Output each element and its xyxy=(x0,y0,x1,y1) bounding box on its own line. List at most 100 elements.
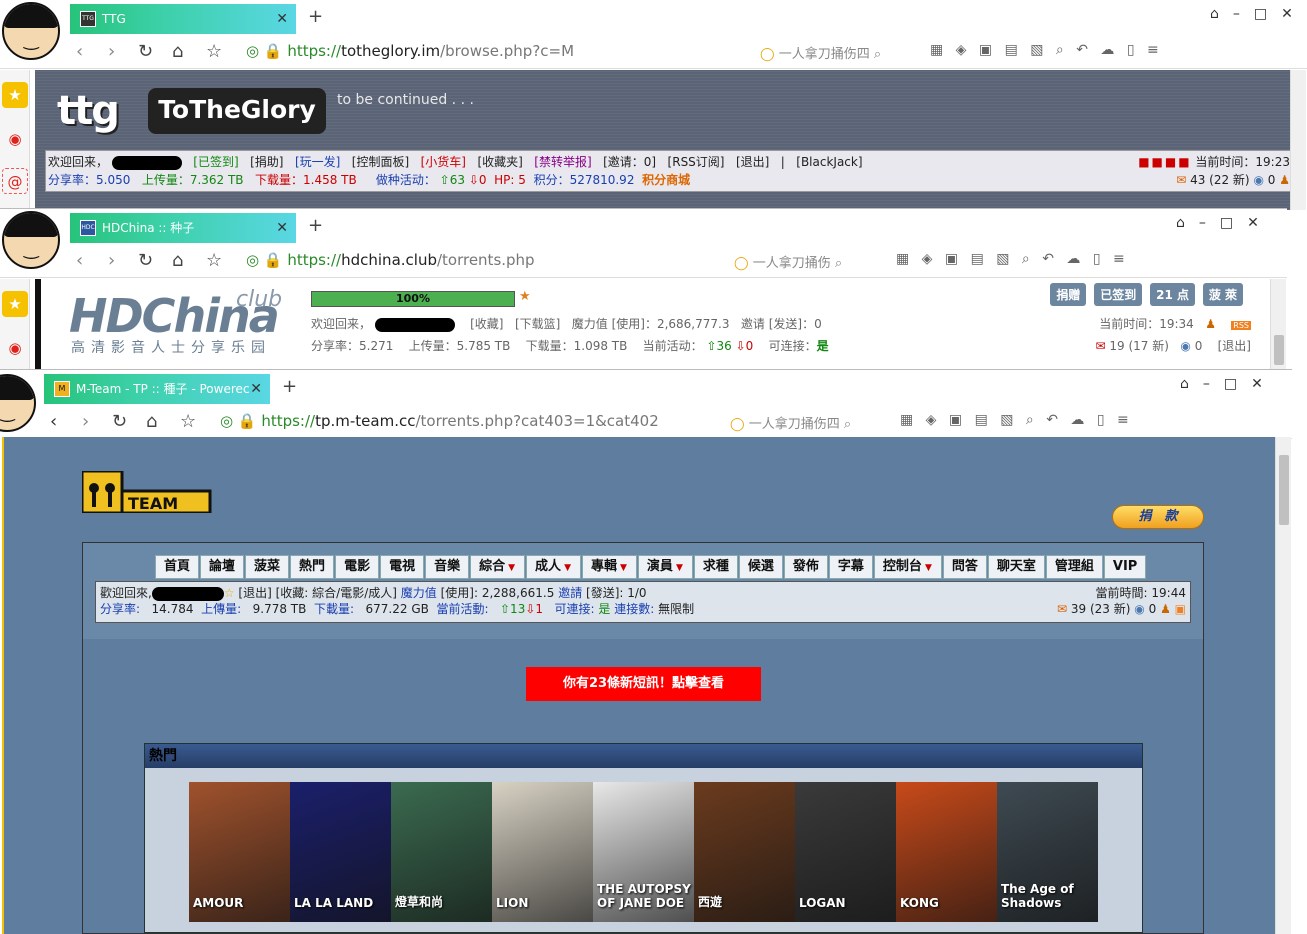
back-icon[interactable]: ‹ xyxy=(76,250,83,271)
url-field[interactable]: ◎ 🔒 https://hdchina.club/torrents.php xyxy=(246,251,535,269)
mteam-logo[interactable]: TEAM xyxy=(80,469,212,515)
weibo-icon[interactable]: ◉ xyxy=(2,126,28,152)
rss-link[interactable]: [RSS订阅] xyxy=(668,155,725,169)
invite-link[interactable]: 邀请 [发送]：0 xyxy=(741,317,822,331)
dropdown-arrow-icon[interactable]: ▼ xyxy=(676,557,683,579)
seeding-count[interactable]: ⇧36 xyxy=(706,339,731,353)
ttg-logo-full[interactable]: ToTheGlory xyxy=(148,88,326,134)
search-icon[interactable]: ⌕ xyxy=(844,417,851,432)
play-link[interactable]: [玩一发] xyxy=(295,155,340,169)
movie-poster[interactable]: 燈草和尚 xyxy=(391,782,492,922)
scroll-thumb[interactable] xyxy=(1279,455,1289,525)
message-count[interactable]: 19 (17 新) xyxy=(1109,339,1169,353)
favorites-link[interactable]: [收藏夹] xyxy=(477,155,522,169)
weibo-icon[interactable]: ◉ xyxy=(2,335,28,361)
nav-item-15[interactable]: 控制台 ▼ xyxy=(873,555,942,579)
logout-link[interactable]: [退出] xyxy=(238,586,271,600)
magic-points[interactable]: 魔力值 [使用]：2,686,777.3 xyxy=(572,317,730,331)
movie-poster[interactable]: LA LA LAND xyxy=(290,782,391,922)
donate-button[interactable]: 捐 款 xyxy=(1112,505,1204,529)
username-redacted[interactable] xyxy=(374,317,455,332)
leeching-count[interactable]: ⇩0 xyxy=(469,173,487,187)
nav-item-18[interactable]: 管理組 xyxy=(1045,555,1103,579)
nav-item-16[interactable]: 問答 xyxy=(942,555,987,579)
lottery-button[interactable]: 菠 萊 xyxy=(1202,283,1243,306)
bookmark-star-icon[interactable]: ☆ xyxy=(180,411,196,432)
bookmark-star-icon[interactable]: ☆ xyxy=(206,250,222,271)
invite-label[interactable]: 邀請 xyxy=(558,586,582,600)
download-box-link[interactable]: [下载篮] xyxy=(515,317,560,331)
flag-icons[interactable]: ■■■■ xyxy=(1138,155,1191,169)
user-avatar[interactable] xyxy=(2,211,60,269)
reload-icon[interactable]: ↻ xyxy=(138,250,153,271)
home-icon[interactable]: ⌂ xyxy=(172,250,183,271)
magic-label[interactable]: 魔力值 xyxy=(401,586,437,600)
invite-count[interactable]: [發送]: 1/0 xyxy=(586,586,647,600)
movie-poster[interactable]: THE AUTOPSY OF JANE DOE xyxy=(593,782,694,922)
new-tab-icon[interactable]: + xyxy=(282,376,297,397)
checked-in-button[interactable]: 已签到 xyxy=(1094,283,1143,306)
seeding-count[interactable]: ⇧63 xyxy=(440,173,465,187)
nav-item-19[interactable]: VIP xyxy=(1103,555,1147,579)
movie-poster[interactable]: LOGAN xyxy=(795,782,896,922)
reload-icon[interactable]: ↻ xyxy=(112,411,127,432)
close-tab-icon[interactable]: ✕ xyxy=(276,213,288,243)
points-shop-link[interactable]: 积分商城 xyxy=(642,173,690,187)
forward-icon[interactable]: › xyxy=(108,41,115,62)
tab-ttg[interactable]: TTG TTG ✕ xyxy=(70,4,296,34)
ttg-logo-short[interactable]: ttg xyxy=(57,88,120,134)
movie-poster[interactable]: AMOUR xyxy=(189,782,290,922)
nav-item-6[interactable]: 音樂 xyxy=(425,555,470,579)
inbox-icon[interactable]: ◉ xyxy=(1253,173,1263,187)
mt-scrollbar[interactable] xyxy=(1275,437,1291,934)
logout-link[interactable]: [退出] xyxy=(1218,339,1251,353)
close-tab-icon[interactable]: ✕ xyxy=(250,374,262,404)
leeching-count[interactable]: ⇩0 xyxy=(736,339,754,353)
friends-icon[interactable]: ♟ xyxy=(1279,173,1290,187)
toolbar-icons[interactable]: ▦ ◈ ▣ ▤ ▧ ⌕ ↶ ☁ ▯ ≡ xyxy=(896,251,1129,267)
back-icon[interactable]: ‹ xyxy=(76,41,83,62)
movie-poster[interactable]: The Age of Shadows xyxy=(997,782,1098,922)
inbox-icon[interactable]: ◉ xyxy=(1180,339,1190,353)
message-count[interactable]: 39 (23 新) xyxy=(1071,602,1131,616)
favorites-link[interactable]: [收藏] xyxy=(470,317,503,331)
nav-item-10[interactable]: 演員 ▼ xyxy=(637,555,693,579)
username-redacted[interactable] xyxy=(151,586,224,601)
friends-icon[interactable]: ♟ xyxy=(1205,317,1216,331)
nav-item-11[interactable]: 求種 xyxy=(693,555,738,579)
nav-item-2[interactable]: 菠菜 xyxy=(245,555,290,579)
rss-icon[interactable]: ▣ xyxy=(1175,602,1186,616)
dropdown-arrow-icon[interactable]: ▼ xyxy=(508,557,515,579)
search-field[interactable]: ◯ 一人拿刀捅伤四 ⌕ xyxy=(730,413,851,432)
username-redacted[interactable] xyxy=(111,155,182,170)
nav-item-4[interactable]: 電影 xyxy=(335,555,380,579)
nav-item-12[interactable]: 候選 xyxy=(738,555,783,579)
message-icon[interactable]: ✉ xyxy=(1096,339,1106,353)
invite-link[interactable]: [邀请：0] xyxy=(603,155,656,169)
dropdown-arrow-icon[interactable]: ▼ xyxy=(564,557,571,579)
checked-in-link[interactable]: [已签到] xyxy=(193,155,238,169)
nav-item-5[interactable]: 電視 xyxy=(380,555,425,579)
url-field[interactable]: ◎ 🔒 https://tp.m-team.cc/torrents.php?ca… xyxy=(220,412,659,430)
friends-icon[interactable]: ♟ xyxy=(1160,602,1171,616)
tab-hdchina[interactable]: HDC HDChina :: 种子 ✕ xyxy=(70,213,296,243)
logout-link[interactable]: [退出] xyxy=(736,155,769,169)
nav-item-9[interactable]: 專輯 ▼ xyxy=(581,555,637,579)
search-field[interactable]: ◯ 一人拿刀捅伤四 ⌕ xyxy=(760,43,881,62)
message-icon[interactable]: ✉ xyxy=(1057,602,1067,616)
nav-item-7[interactable]: 綜合 ▼ xyxy=(470,555,526,579)
search-icon[interactable]: ⌕ xyxy=(874,47,881,62)
favorites-link[interactable]: [收藏: 綜合/電影/成人] xyxy=(276,586,397,600)
reload-icon[interactable]: ↻ xyxy=(138,41,153,62)
bookmark-star-icon[interactable]: ☆ xyxy=(206,41,222,62)
scroll-thumb[interactable] xyxy=(1274,335,1284,365)
nav-item-17[interactable]: 聊天室 xyxy=(987,555,1045,579)
user-avatar[interactable] xyxy=(2,2,60,60)
movie-poster[interactable]: KONG xyxy=(896,782,997,922)
leeching-count[interactable]: ⇩1 xyxy=(525,602,543,616)
nav-item-3[interactable]: 熱門 xyxy=(290,555,335,579)
url-field[interactable]: ◎ 🔒 https://totheglory.im/browse.php?c=M xyxy=(246,42,574,60)
hdc-scrollbar[interactable] xyxy=(1270,279,1286,369)
report-link[interactable]: [禁转举报] xyxy=(534,155,591,169)
nav-item-14[interactable]: 字幕 xyxy=(828,555,873,579)
